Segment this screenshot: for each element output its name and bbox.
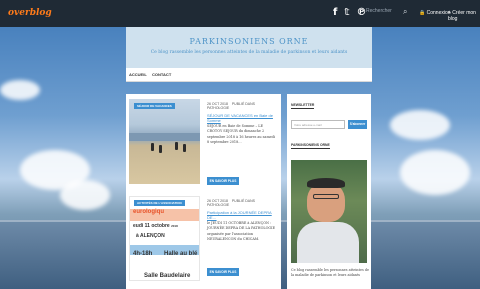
lock-icon: 🔒 xyxy=(419,10,426,16)
post-title[interactable]: SÉJOUR DE VACANCES en Baie de Somme xyxy=(207,113,277,123)
cloud xyxy=(60,180,110,210)
post-card: ACTIVITÉS DE L'ASSOCIATION eurologiqu eu… xyxy=(129,196,278,286)
person-silhouette xyxy=(183,144,186,152)
person-silhouette xyxy=(175,142,178,150)
facebook-icon[interactable]: f xyxy=(333,7,337,18)
beach-photo xyxy=(129,99,200,184)
read-more-button[interactable]: EN SAVOIR PLUS xyxy=(207,268,239,276)
post-excerpt: SEJOUR en Baie de Somme – LE CROTOY SEJO… xyxy=(207,124,275,144)
post-meta: 26 OCT 2018 PUBLIÉ DANS PATHOLOGIE xyxy=(207,102,278,110)
post-tag[interactable]: SÉJOUR DE VACANCES xyxy=(134,103,175,109)
social-links: f 𝕥 ℗ xyxy=(333,7,366,18)
post-meta: 26 OCT 2018 PUBLIÉ DANS PATHOLOGIE xyxy=(207,199,278,207)
poster-date: eudi 11 octobre 2018 xyxy=(133,223,178,229)
person-silhouette xyxy=(151,143,154,151)
top-bar: overblog f 𝕥 ℗ Rechercher ⌕ 🔒 Connexion … xyxy=(0,0,480,27)
newsletter-title: NEWSLETTER xyxy=(291,103,315,109)
post-thumbnail[interactable]: SÉJOUR DE VACANCES xyxy=(129,99,200,184)
poster-headline: eurologiqu xyxy=(133,209,164,215)
posts-column: SÉJOUR DE VACANCES 26 OCT 2018 PUBLIÉ DA… xyxy=(126,94,281,289)
photo-shirt xyxy=(297,222,359,263)
newsletter-email-input[interactable]: Votre adresse e-mail xyxy=(291,120,345,129)
post-card: SÉJOUR DE VACANCES 26 OCT 2018 PUBLIÉ DA… xyxy=(129,99,278,187)
poster-time: 4h-18h xyxy=(133,251,153,257)
cloud xyxy=(0,80,40,100)
poster-venue: Halle au blé xyxy=(164,251,198,257)
main-nav: ACCUEIL CONTACT xyxy=(126,68,372,82)
poster-hall: Salle Baudelaire xyxy=(144,273,191,279)
blog-header: PARKINSONIENS ORNE Ce blog rassemble les… xyxy=(126,27,372,68)
connexion-link[interactable]: 🔒 Connexion xyxy=(419,10,451,16)
twitter-icon[interactable]: 𝕥 xyxy=(344,7,349,18)
photo-hair xyxy=(307,178,345,188)
pinterest-icon[interactable]: ℗ xyxy=(356,7,366,18)
about-title: PARKINSONIENS ORNE xyxy=(291,143,330,149)
person-silhouette xyxy=(159,145,162,153)
poster-city: à ALENÇON xyxy=(136,233,165,239)
photo-glasses xyxy=(313,194,339,199)
post-title[interactable]: Participation à la JOURNÉE DEPRA DE… xyxy=(207,210,277,220)
beach-water xyxy=(129,133,200,141)
author-bio: Ce blog rassemble les personnes atteinte… xyxy=(291,268,369,278)
blog-title[interactable]: PARKINSONIENS ORNE xyxy=(126,37,372,46)
create-blog-link[interactable]: + Créer mon blog xyxy=(448,10,480,22)
sidebar: NEWSLETTER Votre adresse e-mail S'abonne… xyxy=(287,94,371,289)
post-excerpt: le JEUDI 11 OCTOBRE à ALENÇON : JOURNÉE … xyxy=(207,221,275,241)
read-more-button[interactable]: EN SAVOIR PLUS xyxy=(207,177,239,185)
blog-subtitle: Ce blog rassemble les personnes atteinte… xyxy=(150,50,348,55)
search-icon[interactable]: ⌕ xyxy=(403,7,407,17)
photo-face xyxy=(307,182,345,222)
cloud xyxy=(390,110,450,140)
nav-item-contact[interactable]: CONTACT xyxy=(152,72,171,77)
post-tag[interactable]: ACTIVITÉS DE L'ASSOCIATION xyxy=(134,200,185,206)
connexion-label: Connexion xyxy=(426,10,451,16)
overblog-logo[interactable]: overblog xyxy=(8,8,52,18)
post-thumbnail[interactable]: ACTIVITÉS DE L'ASSOCIATION eurologiqu eu… xyxy=(129,196,200,281)
cloud xyxy=(400,150,470,195)
subscribe-button[interactable]: S'abonner xyxy=(348,120,367,129)
nav-item-accueil[interactable]: ACCUEIL xyxy=(129,72,147,77)
poster-year: 2018 xyxy=(171,224,178,228)
author-photo xyxy=(291,160,367,263)
event-poster: eurologiqu eudi 11 octobre 2018 à ALENÇO… xyxy=(129,196,200,281)
poster-date-text: eudi 11 octobre xyxy=(133,223,170,229)
search-input[interactable]: Rechercher xyxy=(366,8,418,19)
